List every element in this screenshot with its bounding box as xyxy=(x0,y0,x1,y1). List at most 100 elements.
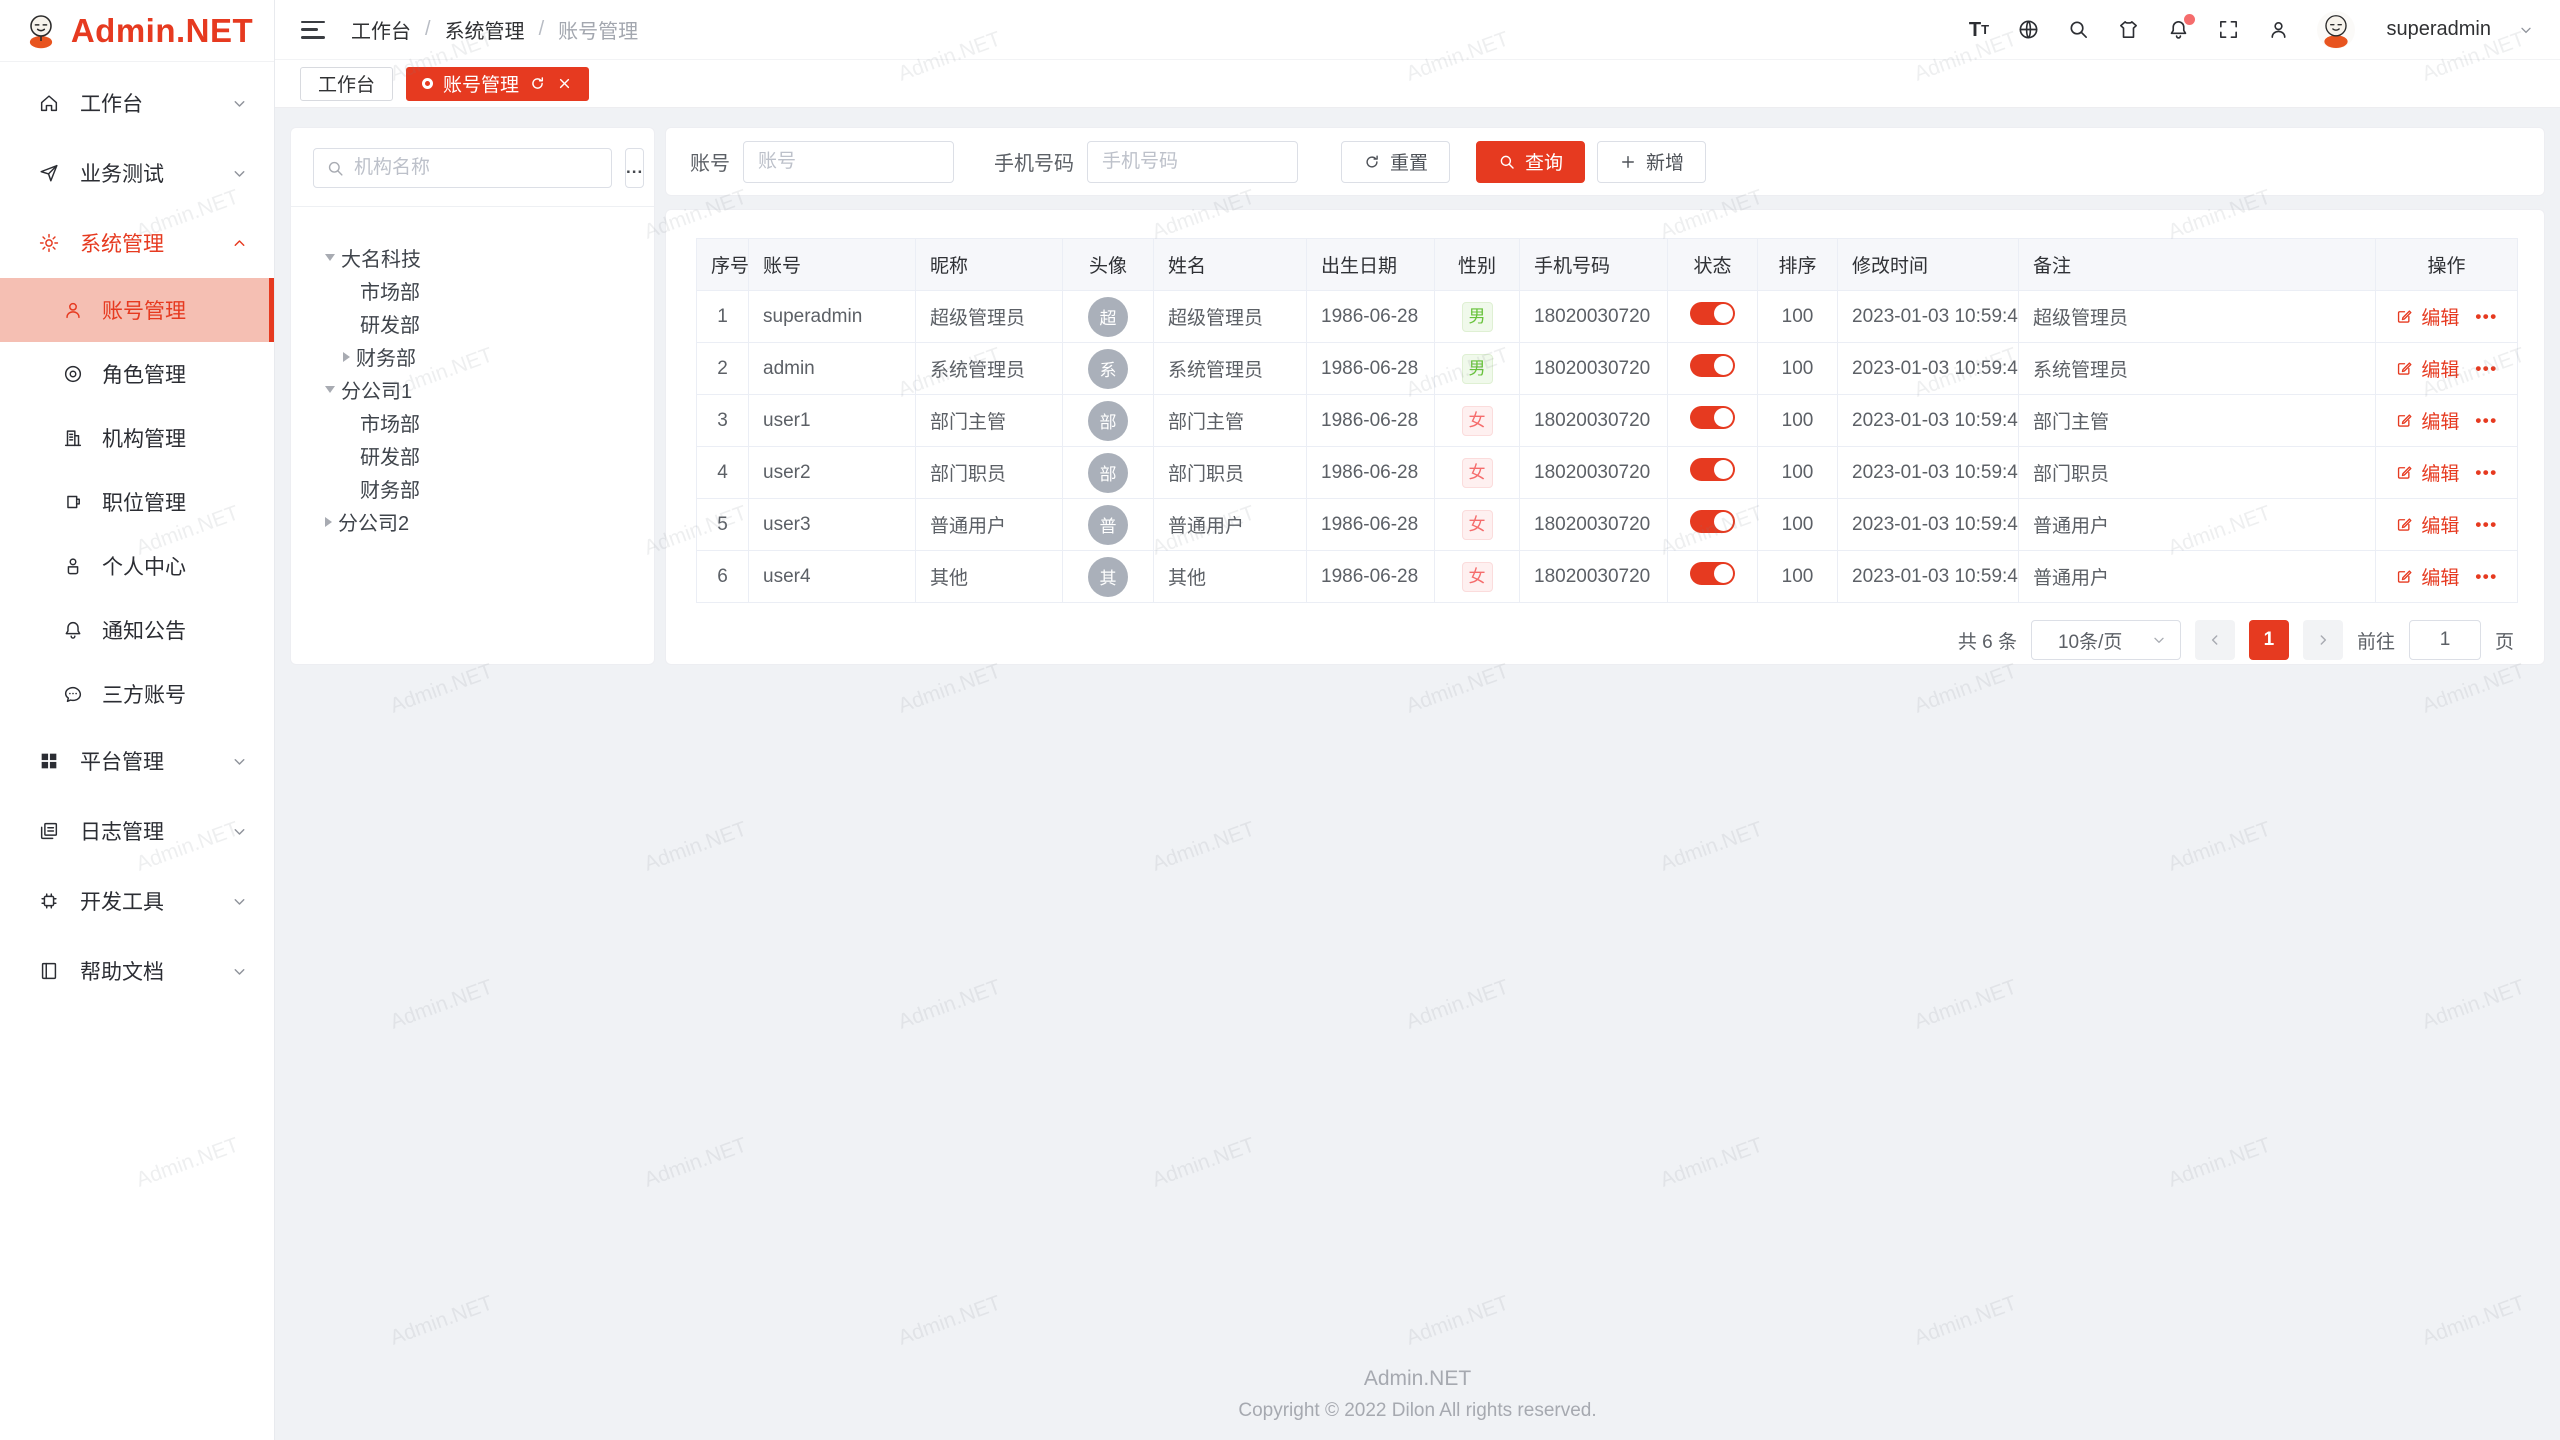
sidebar-item-system-management[interactable]: 系统管理 xyxy=(0,208,274,278)
breadcrumb-item[interactable]: 系统管理 xyxy=(445,15,525,44)
gender-badge: 女 xyxy=(1462,510,1493,540)
phone-filter-input[interactable] xyxy=(1087,141,1298,183)
tree-node-label: 市场部 xyxy=(360,276,420,305)
chevron-up-icon xyxy=(231,235,248,252)
tree-node[interactable]: 研发部 xyxy=(305,439,642,472)
tree-node-label: 研发部 xyxy=(360,309,420,338)
avatar[interactable] xyxy=(2317,11,2355,49)
status-toggle[interactable] xyxy=(1690,406,1735,429)
notification-bell-icon[interactable] xyxy=(2167,18,2190,41)
sidebar-item-role-management[interactable]: 角色管理 xyxy=(0,342,274,406)
cell-name: 部门主管 xyxy=(1154,395,1307,447)
tree-node[interactable]: 市场部 xyxy=(305,406,642,439)
column-header: 姓名 xyxy=(1154,239,1307,291)
sidebar-item-organization-management[interactable]: 机构管理 xyxy=(0,406,274,470)
goto-page-input[interactable] xyxy=(2409,620,2481,660)
add-button[interactable]: 新增 xyxy=(1597,141,1706,183)
column-header: 手机号码 xyxy=(1520,239,1668,291)
more-actions-button[interactable]: ••• xyxy=(2475,463,2497,483)
more-actions-button[interactable]: ••• xyxy=(2475,307,2497,327)
tree-node[interactable]: 分公司1 xyxy=(305,373,642,406)
close-icon[interactable] xyxy=(556,75,573,92)
chevron-down-icon[interactable] xyxy=(2518,22,2534,38)
sidebar-item-workbench[interactable]: 工作台 xyxy=(0,68,274,138)
edit-button[interactable]: 编辑 xyxy=(2395,407,2459,434)
caret-down-icon[interactable] xyxy=(325,254,335,261)
cell-no: 6 xyxy=(697,551,749,603)
sidebar-item-third-party-account[interactable]: 三方账号 xyxy=(0,662,274,726)
tree-node[interactable]: 分公司2 xyxy=(305,505,642,538)
more-actions-button[interactable]: ••• xyxy=(2475,359,2497,379)
edit-button[interactable]: 编辑 xyxy=(2395,511,2459,538)
language-icon[interactable] xyxy=(2017,18,2040,41)
edit-button[interactable]: 编辑 xyxy=(2395,563,2459,590)
fullscreen-icon[interactable] xyxy=(2217,18,2240,41)
table-row: 4 user2 部门职员 部 部门职员 1986-06-28 女 1802003… xyxy=(697,447,2518,499)
edit-button[interactable]: 编辑 xyxy=(2395,303,2459,330)
more-actions-button[interactable]: ••• xyxy=(2475,567,2497,587)
theme-shirt-icon[interactable] xyxy=(2117,18,2140,41)
sidebar-item-platform-management[interactable]: 平台管理 xyxy=(0,726,274,796)
account-filter-input[interactable] xyxy=(743,141,954,183)
current-page-button[interactable]: 1 xyxy=(2249,620,2289,660)
more-actions-button[interactable]: ••• xyxy=(2475,515,2497,535)
sidebar-item-account-management[interactable]: 账号管理 xyxy=(0,278,274,342)
building-icon xyxy=(62,427,84,449)
prev-page-button[interactable] xyxy=(2195,620,2235,660)
cell-remark: 普通用户 xyxy=(2019,551,2376,603)
sidebar-item-dev-tools[interactable]: 开发工具 xyxy=(0,866,274,936)
gender-badge: 女 xyxy=(1462,562,1493,592)
cell-phone: 18020030720 xyxy=(1520,343,1668,395)
status-toggle[interactable] xyxy=(1690,302,1735,325)
status-toggle[interactable] xyxy=(1690,458,1735,481)
sidebar-item-help-docs[interactable]: 帮助文档 xyxy=(0,936,274,1006)
cell-no: 3 xyxy=(697,395,749,447)
pagination-total: 共 6 条 xyxy=(1958,627,2017,654)
sidebar-menu: 工作台 业务测试 系统管理 账号管理 角色管理 xyxy=(0,62,274,1440)
page-size-select[interactable]: 10条/页 xyxy=(2031,620,2181,660)
breadcrumb-item[interactable]: 工作台 xyxy=(351,15,411,44)
reset-button[interactable]: 重置 xyxy=(1341,141,1450,183)
org-more-button[interactable]: ... xyxy=(625,148,644,188)
sidebar-item-log-management[interactable]: 日志管理 xyxy=(0,796,274,866)
font-size-icon[interactable]: TT xyxy=(1967,18,1990,41)
tab-account-management[interactable]: 账号管理 xyxy=(406,67,589,101)
next-page-button[interactable] xyxy=(2303,620,2343,660)
user-outline-icon[interactable] xyxy=(2267,18,2290,41)
sidebar-item-personal-center[interactable]: 个人中心 xyxy=(0,534,274,598)
caret-down-icon[interactable] xyxy=(325,386,335,393)
status-toggle[interactable] xyxy=(1690,510,1735,533)
cell-operation: 编辑 ••• xyxy=(2376,551,2518,603)
status-toggle[interactable] xyxy=(1690,354,1735,377)
caret-right-icon[interactable] xyxy=(343,352,350,362)
cell-no: 5 xyxy=(697,499,749,551)
tree-node[interactable]: 研发部 xyxy=(305,307,642,340)
tree-node[interactable]: 市场部 xyxy=(305,274,642,307)
refresh-icon[interactable] xyxy=(529,75,546,92)
search-icon[interactable] xyxy=(2067,18,2090,41)
bell-icon xyxy=(62,619,84,641)
tree-node[interactable]: 财务部 xyxy=(305,472,642,505)
dev-tools-icon xyxy=(38,890,60,912)
cell-account: user4 xyxy=(749,551,916,603)
more-actions-button[interactable]: ••• xyxy=(2475,411,2497,431)
sidebar-item-business-test[interactable]: 业务测试 xyxy=(0,138,274,208)
edit-button[interactable]: 编辑 xyxy=(2395,355,2459,382)
query-button[interactable]: 查询 xyxy=(1476,141,1585,183)
username[interactable]: superadmin xyxy=(2386,18,2491,41)
cell-birthdate: 1986-06-28 xyxy=(1307,395,1435,447)
tree-node[interactable]: 财务部 xyxy=(305,340,642,373)
cell-avatar: 部 xyxy=(1063,395,1154,447)
sidebar-item-notice-announcement[interactable]: 通知公告 xyxy=(0,598,274,662)
edit-button[interactable]: 编辑 xyxy=(2395,459,2459,486)
menu-collapse-icon[interactable] xyxy=(301,21,325,39)
tab-workbench[interactable]: 工作台 xyxy=(300,67,393,101)
logo[interactable]: Admin.NET xyxy=(0,0,274,62)
org-search-input[interactable] xyxy=(354,157,599,179)
caret-right-icon[interactable] xyxy=(325,517,332,527)
status-toggle[interactable] xyxy=(1690,562,1735,585)
gender-badge: 男 xyxy=(1462,302,1493,332)
gender-badge: 女 xyxy=(1462,458,1493,488)
sidebar-item-position-management[interactable]: 职位管理 xyxy=(0,470,274,534)
tree-node[interactable]: 大名科技 xyxy=(305,241,642,274)
